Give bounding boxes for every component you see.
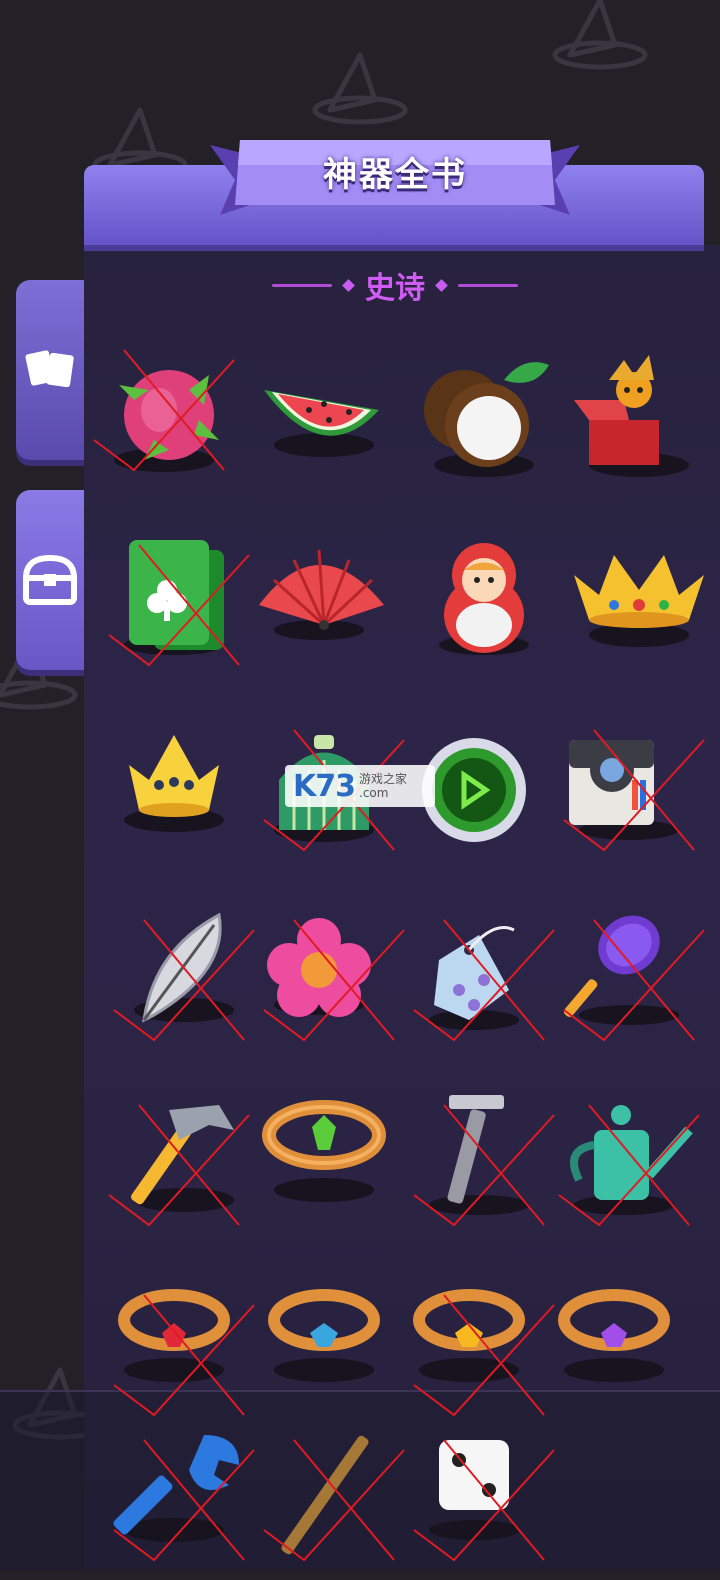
watermark-logo: K73 游戏之家 .com [285,765,435,807]
divider [458,283,518,287]
instant-camera-icon [569,740,679,840]
artifact-item[interactable] [114,910,264,1060]
artifact-item[interactable] [254,535,404,685]
artifact-item[interactable] [414,720,564,870]
diamond-icon [342,278,355,292]
razor-icon [429,1095,529,1215]
bottle-cap-icon [422,738,526,842]
topaz-ring-icon [413,1289,525,1382]
artifact-item[interactable] [264,910,414,1060]
section-header: 史诗 [270,262,520,308]
sapphire-ring-icon [268,1289,380,1382]
page-title: 神器全书 [323,155,467,195]
folding-fan-icon [259,549,384,640]
watermelon-icon [264,390,379,457]
cards-icon [25,350,74,388]
playing-cards-icon [124,540,224,655]
watering-can-icon [570,1105,693,1215]
artifact-item[interactable] [564,720,714,870]
wrench-icon [113,1435,239,1542]
artifact-item[interactable] [264,1430,414,1580]
golden-crown-icon [574,555,704,647]
coconut-icon [424,362,549,477]
treasure-chest-icon [22,554,78,605]
artifact-item[interactable] [564,340,714,490]
artifact-item[interactable] [414,1095,564,1245]
artifact-item[interactable] [94,340,244,490]
artifact-item[interactable] [109,1095,259,1245]
cards-tab[interactable] [16,280,84,460]
artifact-item[interactable] [413,1285,564,1435]
dice-icon [429,1440,519,1540]
watermark-site: 游戏之家 .com [359,772,407,800]
diamond-icon [435,278,448,292]
chest-tab[interactable] [16,490,84,670]
artifact-item[interactable] [264,1285,414,1435]
artifact-item[interactable] [558,1285,709,1435]
artifact-item[interactable] [254,340,404,490]
artifact-item[interactable] [564,535,714,685]
ruby-ring-icon [118,1289,230,1382]
watermark-line2: .com [359,786,389,800]
feather-icon [134,912,234,1023]
artifact-item[interactable] [114,1285,264,1435]
watermark-brand: K73 [293,768,356,804]
witch-hat-icon [552,0,648,70]
pink-flower-icon [267,918,371,1017]
charm-tag-icon [429,926,519,1030]
artifact-item[interactable] [113,1430,264,1580]
artifact-item[interactable] [409,535,559,685]
emerald-ring-icon [262,1100,386,1202]
jack-in-the-box-icon [574,355,689,477]
watermark-line1: 游戏之家 [359,772,408,786]
hammer-icon [131,1105,234,1212]
artifact-item[interactable] [114,720,264,870]
artifact-item[interactable] [414,910,564,1060]
artifact-item[interactable] [559,1095,709,1245]
witch-hat-icon [312,52,408,125]
artifact-item[interactable] [109,535,259,685]
artifact-item[interactable] [409,340,559,490]
artifact-item[interactable] [414,1430,564,1580]
flute-icon [281,1435,369,1555]
amethyst-ring-icon [558,1289,670,1382]
small-crown-icon [124,735,224,832]
dragon-fruit-icon [114,370,219,472]
divider [272,283,332,287]
section-label: 史诗 [365,271,425,306]
artifact-item[interactable] [262,1095,414,1245]
artifact-item[interactable] [563,910,714,1060]
matryoshka-doll-icon [439,543,529,655]
tennis-racket-icon [563,915,679,1025]
